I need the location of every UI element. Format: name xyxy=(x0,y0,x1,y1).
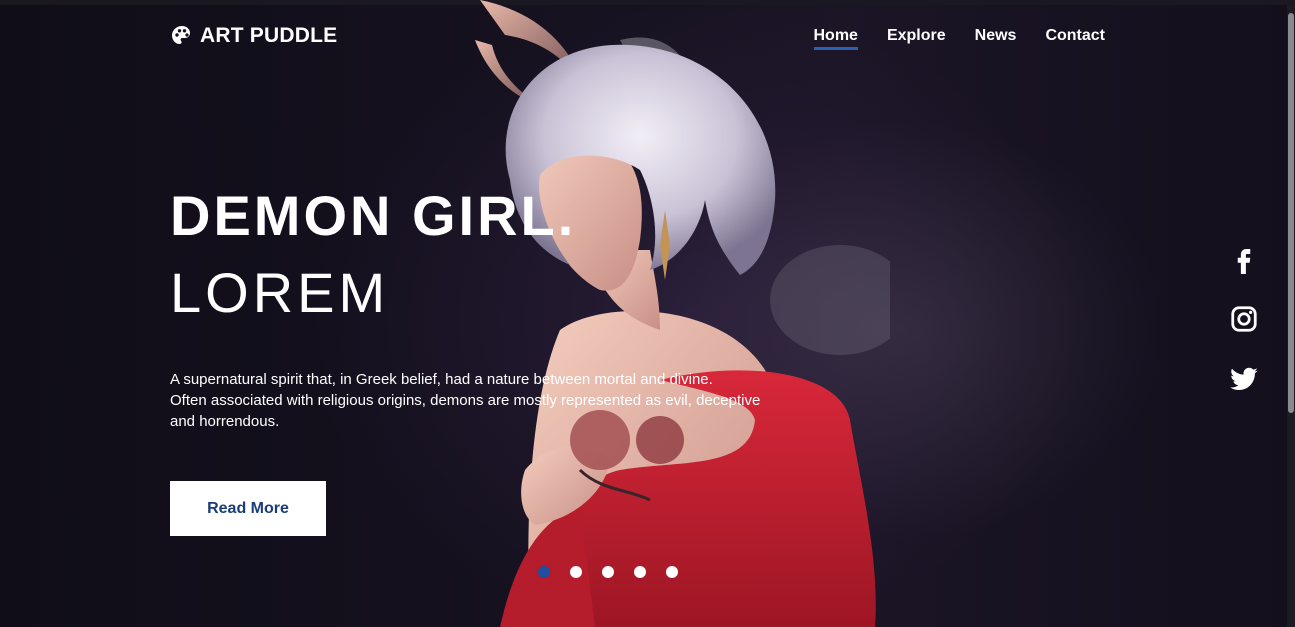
hero-description-line: Often associated with religious origins,… xyxy=(170,392,761,409)
nav-home[interactable]: Home xyxy=(813,27,859,50)
slider-dot[interactable] xyxy=(570,566,582,578)
slider-dot[interactable] xyxy=(634,566,646,578)
slider-dot[interactable] xyxy=(666,566,678,578)
hero-artwork xyxy=(475,0,890,627)
hero-title: DEMON GIRL. xyxy=(170,184,577,247)
scrollbar[interactable] xyxy=(1287,5,1295,627)
slider-dot[interactable] xyxy=(602,566,614,578)
twitter-icon[interactable] xyxy=(1229,364,1259,394)
read-more-button[interactable]: Read More xyxy=(170,481,326,536)
hero-section: ART PUDDLE Home Explore News Contact DEM… xyxy=(0,0,1295,627)
facebook-icon[interactable] xyxy=(1229,244,1259,274)
instagram-icon[interactable] xyxy=(1229,304,1259,334)
hero-description: A supernatural spirit that, in Greek bel… xyxy=(170,369,830,432)
hero-description-line: and horrendous. xyxy=(170,413,280,430)
main-nav: Home Explore News Contact xyxy=(813,27,1105,50)
nav-news[interactable]: News xyxy=(975,27,1017,49)
nav-explore[interactable]: Explore xyxy=(887,27,946,49)
brand-logo[interactable]: ART PUDDLE xyxy=(170,24,337,48)
nav-contact[interactable]: Contact xyxy=(1045,27,1105,49)
slider-dots xyxy=(538,566,678,578)
hero-description-line: A supernatural spirit that, in Greek bel… xyxy=(170,371,713,388)
brand-name: ART PUDDLE xyxy=(200,24,338,47)
slider-dot[interactable] xyxy=(538,566,550,578)
hero-subtitle: LOREM xyxy=(170,261,390,324)
palette-icon xyxy=(172,26,190,44)
social-links xyxy=(1229,244,1259,394)
scrollbar-thumb[interactable] xyxy=(1288,13,1294,413)
